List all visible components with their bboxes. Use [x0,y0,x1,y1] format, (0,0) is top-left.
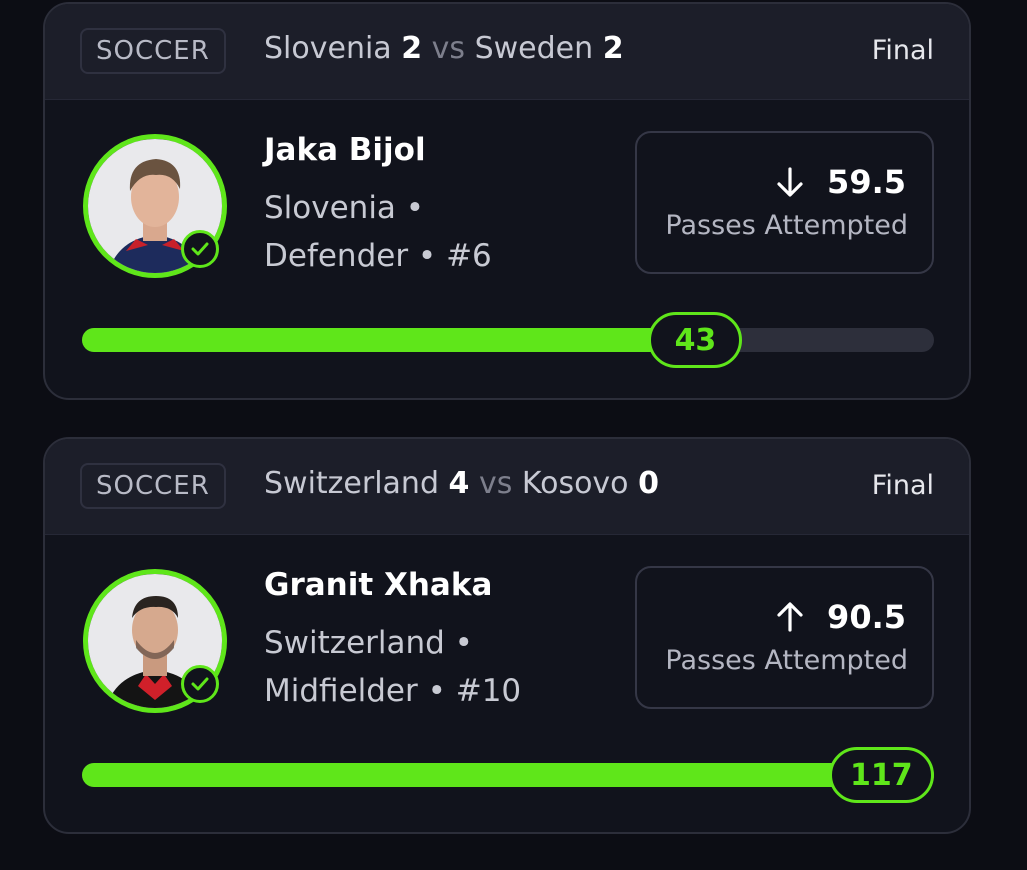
prop-line: 59.5 [827,163,906,201]
vs-label: vs [478,466,513,501]
matchup: Slovenia 2 vs Sweden 2 [264,31,624,66]
matchup: Switzerland 4 vs Kosovo 0 [264,466,659,501]
prop-card[interactable]: SOCCER Slovenia 2 vs Sweden 2 Final Jaka… [43,2,971,400]
verified-check-icon [181,230,219,268]
away-score: 0 [638,466,659,501]
prop-card[interactable]: SOCCER Switzerland 4 vs Kosovo 0 Final G… [43,437,971,834]
player-position: Midfielder • #10 [264,673,522,709]
prop-value: 59.5 [775,163,906,201]
card-header: SOCCER Slovenia 2 vs Sweden 2 Final [45,4,969,100]
game-status: Final [871,35,934,66]
away-team: Sweden [474,31,594,66]
away-team: Kosovo [521,466,629,501]
verified-check-icon [181,665,219,703]
player-position: Defender • #6 [264,238,492,274]
away-score: 2 [602,31,624,66]
progress-track: 43 [82,312,934,368]
card-header: SOCCER Switzerland 4 vs Kosovo 0 Final [45,439,969,535]
player-name: Granit Xhaka [264,567,493,603]
progress-value-pill: 43 [648,312,743,368]
prop-line-box[interactable]: 90.5 Passes Attempted [635,566,934,709]
home-team: Switzerland [264,466,439,501]
prop-stat-label: Passes Attempted [665,210,908,241]
home-team: Slovenia [264,31,392,66]
arrow-up-icon [777,602,803,632]
player-team: Slovenia • [264,190,425,226]
player-team: Switzerland • [264,625,473,661]
prop-line: 90.5 [827,598,906,636]
home-score: 2 [401,31,423,66]
game-status: Final [871,470,934,501]
sport-badge: SOCCER [80,463,226,509]
arrow-down-icon [777,167,803,197]
home-score: 4 [448,466,470,501]
progress-track: 117 [82,747,934,803]
vs-label: vs [431,31,466,66]
player-name: Jaka Bijol [264,132,426,168]
progress-value-pill: 117 [829,747,934,803]
progress-fill [82,328,696,352]
progress-fill [82,763,934,787]
prop-stat-label: Passes Attempted [665,645,908,676]
sport-badge: SOCCER [80,28,226,74]
prop-value: 90.5 [775,598,906,636]
prop-line-box[interactable]: 59.5 Passes Attempted [635,131,934,274]
